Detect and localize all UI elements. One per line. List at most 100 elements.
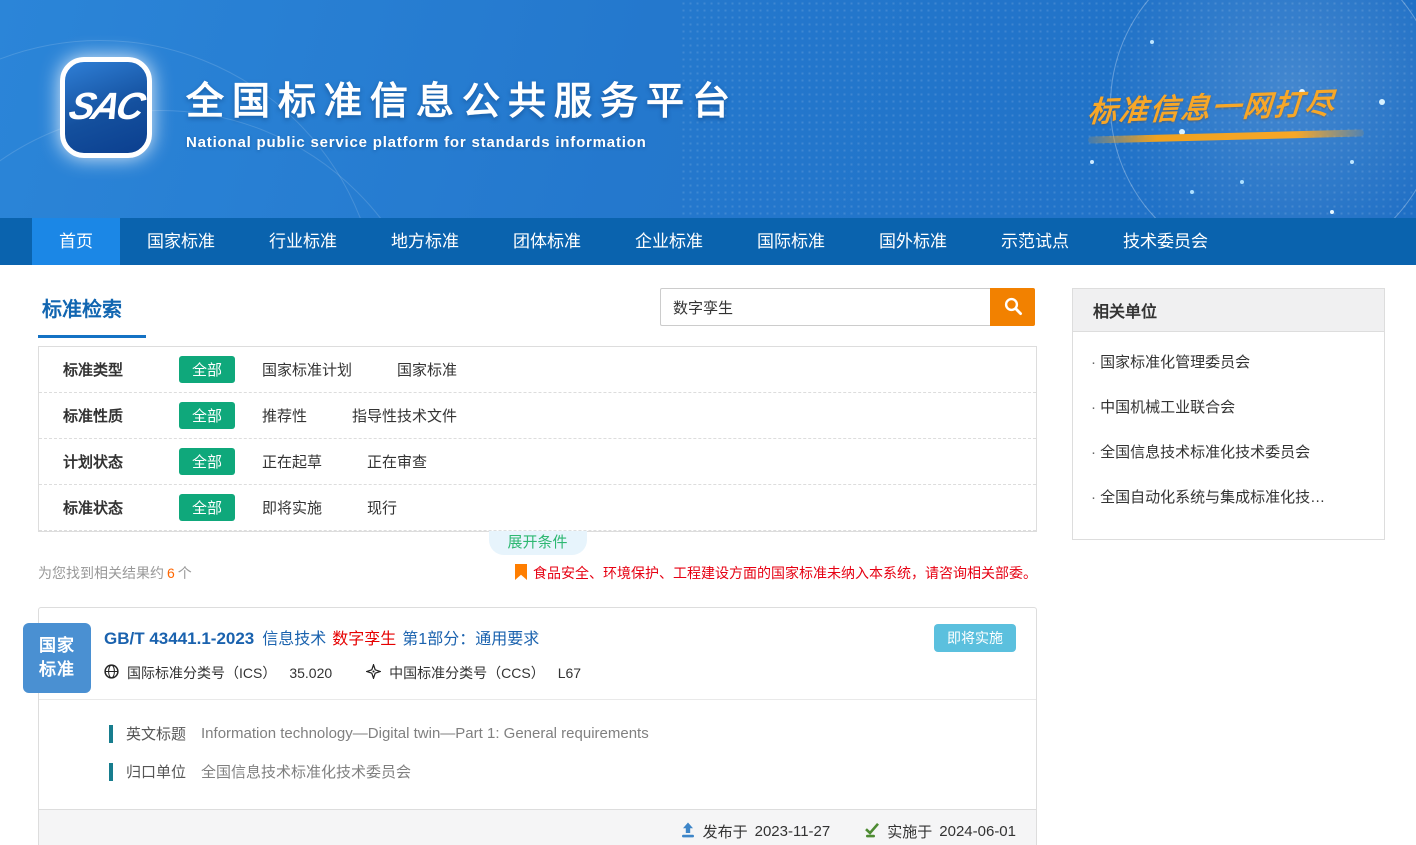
detail-row-english-title: 英文标题 Information technology—Digital twin… — [109, 723, 1016, 744]
filter-option[interactable]: 国家标准计划 — [262, 359, 352, 380]
filter-label: 计划状态 — [63, 451, 151, 472]
standard-code-link[interactable]: GB/T 43441.1-2023 — [104, 629, 254, 649]
filter-option[interactable]: 现行 — [367, 497, 397, 518]
related-units-list: 国家标准化管理委员会 中国机械工业联合会 全国信息技术标准化技术委员会 全国自动… — [1073, 332, 1384, 539]
nav-item-pilot-projects[interactable]: 示范试点 — [974, 218, 1096, 265]
filter-option[interactable]: 指导性技术文件 — [352, 405, 457, 426]
nav-item-international-standards[interactable]: 国际标准 — [730, 218, 852, 265]
site-title: 全国标准信息公共服务平台 — [186, 70, 738, 125]
detail-label: 归口单位 — [126, 761, 186, 782]
title-highlight: 数字孪生 — [332, 631, 396, 648]
site-subtitle: National public service platform for sta… — [186, 134, 738, 151]
search-icon — [1003, 296, 1023, 319]
standard-result-card: 国家 标准 GB/T 43441.1-2023 信息技术数字孪生第1部分：通用要… — [38, 607, 1037, 845]
standard-type-badge: 国家 标准 — [23, 623, 91, 693]
result-info-row: 为您找到相关结果约6个 食品安全、环境保护、工程建设方面的国家标准未纳入本系统，… — [38, 563, 1037, 583]
related-unit-item[interactable]: 全国自动化系统与集成标准化技… — [1091, 486, 1366, 507]
system-notice: 食品安全、环境保护、工程建设方面的国家标准未纳入本系统，请咨询相关部委。 — [515, 563, 1037, 583]
filter-all-button[interactable]: 全部 — [179, 494, 235, 521]
filter-option[interactable]: 即将实施 — [262, 497, 322, 518]
ccs-label: 中国标准分类号（CCS） — [389, 663, 545, 683]
badge-line1: 国家 — [39, 634, 75, 658]
globe-icon — [104, 664, 119, 682]
notice-text: 食品安全、环境保护、工程建设方面的国家标准未纳入本系统，请咨询相关部委。 — [533, 563, 1037, 583]
detail-label: 英文标题 — [126, 723, 186, 744]
implemented-label: 实施于 — [887, 821, 932, 842]
search-button[interactable] — [990, 288, 1035, 326]
ccs-value: L67 — [558, 665, 581, 681]
published-date-item: 发布于 2023-11-27 — [680, 821, 831, 842]
title-part1: 信息技术 — [262, 631, 326, 648]
filter-all-button[interactable]: 全部 — [179, 356, 235, 383]
published-label: 发布于 — [703, 821, 748, 842]
implement-icon — [864, 822, 880, 842]
filter-option[interactable]: 正在审查 — [367, 451, 427, 472]
site-header: SAC 全国标准信息公共服务平台 National public service… — [0, 0, 1416, 218]
filter-row-plan-status: 计划状态 全部 正在起草 正在审查 — [39, 439, 1036, 485]
nav-item-group-standards[interactable]: 团体标准 — [486, 218, 608, 265]
implemented-date-item: 实施于 2024-06-01 — [864, 821, 1016, 842]
nav-item-local-standards[interactable]: 地方标准 — [364, 218, 486, 265]
header-slogan: 标准信息一网打尽 — [1088, 84, 1364, 140]
publish-icon — [680, 822, 696, 842]
result-count-prefix: 为您找到相关结果约 — [38, 565, 164, 581]
bookmark-icon — [515, 564, 533, 583]
filter-row-standard-nature: 标准性质 全部 推荐性 指导性技术文件 — [39, 393, 1036, 439]
status-badge: 即将实施 — [934, 624, 1016, 652]
detail-value: Information technology—Digital twin—Part… — [201, 725, 649, 742]
result-count: 为您找到相关结果约6个 — [38, 563, 192, 583]
filter-option[interactable]: 推荐性 — [262, 405, 307, 426]
classification-row: 国际标准分类号（ICS） 35.020 中国标准分类号（CCS） L67 — [39, 649, 1036, 699]
page: SAC 全国标准信息公共服务平台 National public service… — [0, 0, 1416, 845]
compass-icon — [366, 664, 381, 682]
filter-label: 标准状态 — [63, 497, 151, 518]
ccs-classification: 中国标准分类号（CCS） L67 — [366, 663, 581, 683]
filter-row-standard-status: 标准状态 全部 即将实施 现行 — [39, 485, 1036, 531]
filter-option[interactable]: 正在起草 — [262, 451, 322, 472]
main-column: 标准检索 标准类型 全部 国家标准计划 国家标准 — [38, 288, 1037, 845]
related-unit-item[interactable]: 中国机械工业联合会 — [1091, 396, 1366, 417]
card-footer: 发布于 2023-11-27 实施于 2024-06-01 — [39, 809, 1036, 845]
filter-row-standard-type: 标准类型 全部 国家标准计划 国家标准 — [39, 347, 1036, 393]
nav-item-technical-committees[interactable]: 技术委员会 — [1096, 218, 1235, 265]
search-input[interactable] — [660, 288, 990, 326]
result-count-number: 6 — [167, 565, 175, 581]
detail-value: 全国信息技术标准化技术委员会 — [201, 761, 411, 782]
related-unit-item[interactable]: 全国信息技术标准化技术委员会 — [1091, 441, 1366, 462]
related-units-title: 相关单位 — [1073, 289, 1384, 332]
filter-label: 标准类型 — [63, 359, 151, 380]
filter-panel: 标准类型 全部 国家标准计划 国家标准 标准性质 全部 推荐性 指导性技术文件 … — [38, 346, 1037, 532]
content: 标准检索 标准类型 全部 国家标准计划 国家标准 — [0, 265, 1416, 845]
filter-option[interactable]: 国家标准 — [397, 359, 457, 380]
standard-title-row: GB/T 43441.1-2023 信息技术数字孪生第1部分：通用要求 — [39, 608, 1036, 649]
filter-all-button[interactable]: 全部 — [179, 448, 235, 475]
related-unit-item[interactable]: 国家标准化管理委员会 — [1091, 351, 1366, 372]
related-units-panel: 相关单位 国家标准化管理委员会 中国机械工业联合会 全国信息技术标准化技术委员会… — [1072, 288, 1385, 540]
detail-row-competent-unit: 归口单位 全国信息技术标准化技术委员会 — [109, 761, 1016, 782]
detail-bar — [109, 763, 113, 781]
main-nav: 首页 国家标准 行业标准 地方标准 团体标准 企业标准 国际标准 国外标准 示范… — [0, 218, 1416, 265]
filter-all-button[interactable]: 全部 — [179, 402, 235, 429]
filter-label: 标准性质 — [63, 405, 151, 426]
sac-logo: SAC — [60, 57, 152, 158]
nav-item-enterprise-standards[interactable]: 企业标准 — [608, 218, 730, 265]
nav-item-foreign-standards[interactable]: 国外标准 — [852, 218, 974, 265]
published-date: 2023-11-27 — [755, 823, 831, 840]
slogan-text: 标准信息一网打尽 — [1087, 79, 1366, 131]
expand-conditions-button[interactable]: 展开条件 — [488, 531, 586, 555]
search-box — [660, 288, 1035, 326]
section-title: 标准检索 — [38, 288, 146, 338]
search-section: 标准检索 — [38, 288, 1037, 346]
standard-details: 英文标题 Information technology—Digital twin… — [39, 700, 1036, 809]
result-count-suffix: 个 — [178, 565, 192, 581]
standard-title-link[interactable]: 信息技术数字孪生第1部分：通用要求 — [262, 625, 539, 649]
sac-logo-text: SAC — [65, 86, 147, 129]
nav-item-home[interactable]: 首页 — [32, 218, 120, 265]
detail-bar — [109, 725, 113, 743]
ics-classification: 国际标准分类号（ICS） 35.020 — [104, 663, 332, 683]
badge-line2: 标准 — [39, 658, 75, 682]
ics-value: 35.020 — [289, 665, 332, 681]
nav-item-industry-standards[interactable]: 行业标准 — [242, 218, 364, 265]
ics-label: 国际标准分类号（ICS） — [127, 663, 276, 683]
nav-item-national-standards[interactable]: 国家标准 — [120, 218, 242, 265]
